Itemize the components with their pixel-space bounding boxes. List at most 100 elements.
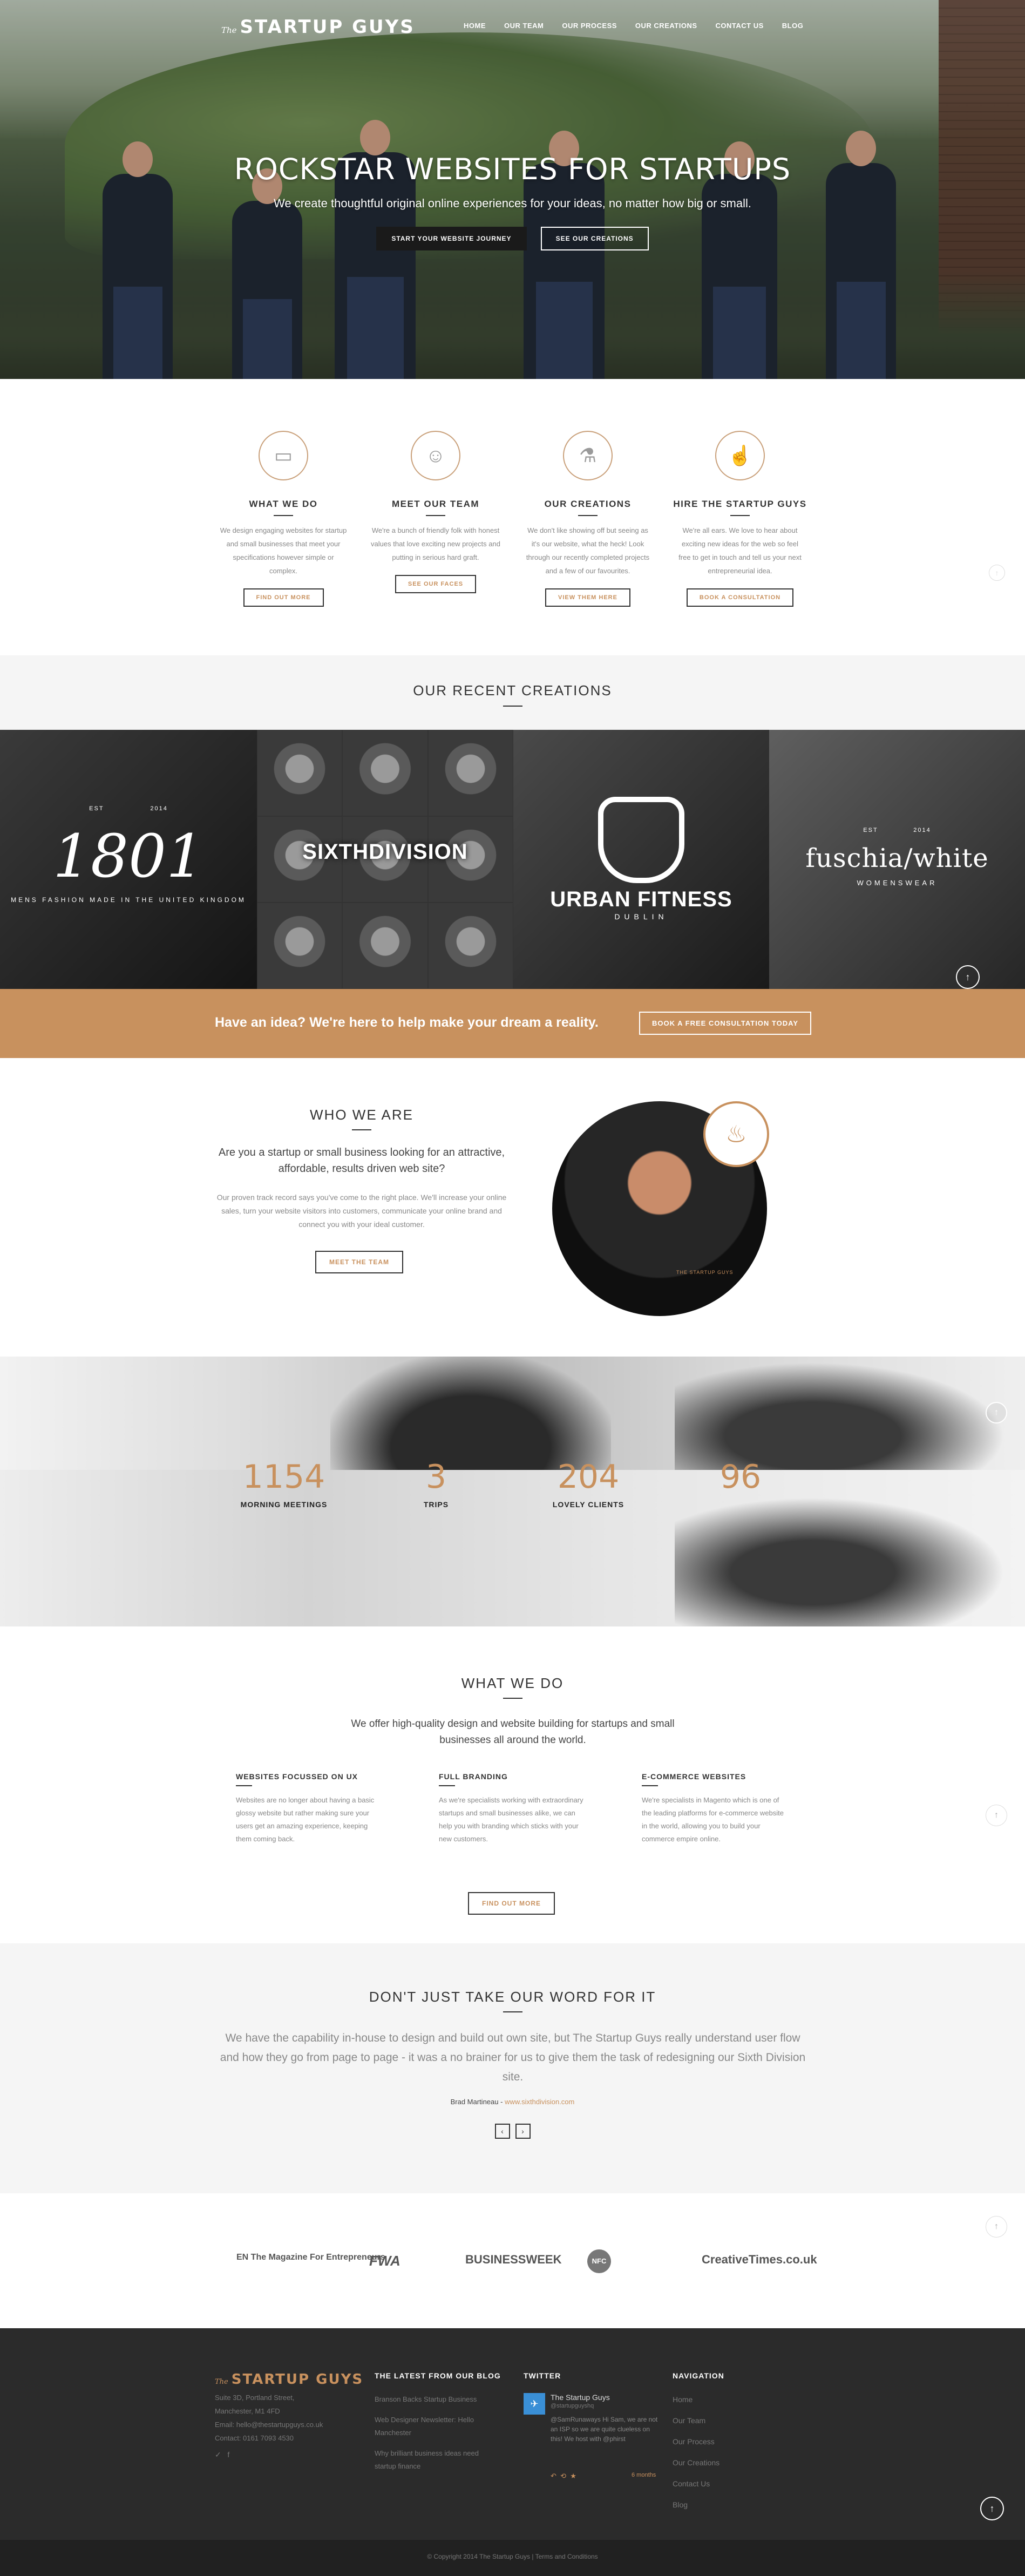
- feature-column: E-COMMERCE WEBSITES We're specialists in…: [642, 1772, 788, 1846]
- scroll-top-icon[interactable]: ↑: [989, 565, 1005, 581]
- footer-nav-our-process[interactable]: Our Process: [673, 2435, 719, 2448]
- blog-list: Branson Backs Startup Business Web Desig…: [375, 2393, 499, 2480]
- who-we-are-section: WHO WE ARE Are you a startup or small bu…: [0, 1058, 1025, 1357]
- stat-label: LOVELY CLIENTS: [552, 1500, 624, 1509]
- book-consultation-button[interactable]: BOOK A CONSULTATION: [686, 588, 794, 607]
- view-them-here-button[interactable]: VIEW THEM HERE: [545, 588, 630, 607]
- nav-home[interactable]: HOME: [454, 22, 495, 30]
- tweet-text: @SamRunaways Hi Sam, we are not an ISP s…: [551, 2416, 658, 2443]
- prev-arrow-icon[interactable]: ‹: [494, 2124, 510, 2139]
- retweet-icon[interactable]: ⟲: [560, 2472, 566, 2480]
- tile-brand: 1801: [53, 822, 204, 891]
- scroll-top-icon[interactable]: ↑: [956, 965, 980, 989]
- feature-column: WEBSITES FOCUSSED ON UX Websites are no …: [236, 1772, 382, 1846]
- what-we-do-section: WHAT WE DO We offer high-quality design …: [0, 1626, 1025, 1943]
- nav-our-team[interactable]: OUR TEAM: [495, 22, 553, 30]
- footer-nav-contact-us[interactable]: Contact Us: [673, 2477, 719, 2490]
- see-creations-button[interactable]: SEE OUR CREATIONS: [540, 227, 649, 250]
- divider: [642, 1785, 658, 1786]
- testimonial-arrows: ‹ ›: [0, 2124, 1025, 2139]
- feature-column: FULL BRANDING As we're specialists worki…: [439, 1772, 585, 1846]
- blog-post-link[interactable]: Why brilliant business ideas need startu…: [375, 2447, 499, 2473]
- footer-nav-home[interactable]: Home: [673, 2393, 719, 2406]
- stat-label: MORNING MEETINGS: [240, 1500, 328, 1509]
- footer-heading-twitter: TWITTER: [524, 2371, 561, 2380]
- portfolio-tile-urban-fitness[interactable]: URBAN FITNESS DUBLIN: [513, 730, 769, 989]
- scroll-top-icon[interactable]: ↑: [986, 1402, 1007, 1423]
- footer-nav-our-creations[interactable]: Our Creations: [673, 2456, 719, 2469]
- testimonial-section: DON'T JUST TAKE OUR WORD FOR IT We have …: [0, 1943, 1025, 2193]
- find-out-more-button[interactable]: FIND OUT MORE: [468, 1892, 555, 1915]
- testimonial-author: Brad Martineau - www.sixthdivision.com: [0, 2098, 1025, 2106]
- find-out-more-button[interactable]: FIND OUT MORE: [243, 588, 324, 607]
- tweet-actions: ↶ ⟲ ★: [551, 2472, 576, 2480]
- tile-tagline: DUBLIN: [614, 912, 668, 921]
- footer-nav: Home Our Team Our Process Our Creations …: [673, 2393, 719, 2519]
- recent-creations-heading: OUR RECENT CREATIONS: [0, 655, 1025, 730]
- reply-icon[interactable]: ↶: [551, 2472, 556, 2480]
- tile-est: EST 2014: [89, 805, 168, 812]
- scroll-top-icon[interactable]: ↑: [986, 2216, 1007, 2238]
- logo-prefix: The: [215, 2378, 228, 2386]
- portfolio-tile-1801[interactable]: EST 2014 1801 MENS FASHION MADE IN THE U…: [0, 730, 257, 989]
- facebook-icon[interactable]: f: [227, 2450, 229, 2459]
- thumbs-up-icon: ☝: [715, 431, 765, 480]
- stats-section: 1154 MORNING MEETINGS 3 TRIPS 204 LOVELY…: [0, 1357, 1025, 1626]
- phone-line: Contact: 0161 7093 4530: [215, 2434, 294, 2442]
- leather-jacket-photo: [330, 1357, 611, 1470]
- service-card: ☝ HIRE THE STARTUP GUYS We're all ears. …: [672, 431, 808, 607]
- feature-title: FULL BRANDING: [439, 1772, 508, 1781]
- lightbulb-icon: ♨: [703, 1101, 769, 1167]
- who-body: Our proven track record says you've come…: [216, 1193, 507, 1229]
- author-name: Brad Martineau -: [450, 2098, 505, 2106]
- portfolio-tile-sixthdivision[interactable]: SIXTHDIVISION: [257, 730, 513, 989]
- tweet-author[interactable]: The Startup Guys: [551, 2393, 610, 2402]
- tweet-time: 6 months: [632, 2472, 656, 2478]
- footer-nav-our-team[interactable]: Our Team: [673, 2414, 719, 2427]
- section-title: DON'T JUST TAKE OUR WORD FOR IT: [369, 1989, 656, 2005]
- service-card: ⚗ OUR CREATIONS We don't like showing of…: [520, 431, 656, 607]
- portfolio-tile-fuschia-white[interactable]: EST 2014 fuschia/white WOMENSWEAR ↑: [769, 730, 1025, 989]
- footer-nav-blog[interactable]: Blog: [673, 2498, 719, 2511]
- nav-blog[interactable]: BLOG: [773, 22, 813, 30]
- feature-text: We're specialists in Magento which is on…: [642, 1796, 784, 1843]
- nav-contact-us[interactable]: CONTACT US: [707, 22, 773, 30]
- footer-heading-blog: THE LATEST FROM OUR BLOG: [375, 2371, 501, 2380]
- logo-name: STARTUP GUYS: [240, 16, 415, 38]
- next-arrow-icon[interactable]: ›: [515, 2124, 531, 2139]
- site-logo[interactable]: The STARTUP GUYS: [221, 16, 415, 38]
- social-icons: ✓ f: [215, 2448, 323, 2462]
- scroll-top-icon[interactable]: ↑: [980, 2497, 1004, 2520]
- author-site-link[interactable]: www.sixthdivision.com: [505, 2098, 574, 2106]
- see-our-faces-button[interactable]: SEE OUR FACES: [395, 575, 477, 593]
- service-text: We're a bunch of friendly folk with hone…: [371, 526, 500, 561]
- stat-value: 3: [425, 1458, 447, 1496]
- email-line[interactable]: Email: hello@thestartupguys.co.uk: [215, 2418, 323, 2431]
- service-card: ☺ MEET OUR TEAM We're a bunch of friendl…: [368, 431, 504, 593]
- meet-the-team-button[interactable]: MEET THE TEAM: [315, 1251, 403, 1273]
- nav-our-creations[interactable]: OUR CREATIONS: [626, 22, 707, 30]
- footer-logo[interactable]: The STARTUP GUYS: [215, 2371, 363, 2388]
- divider: [274, 515, 293, 516]
- start-journey-button[interactable]: START YOUR WEBSITE JOURNEY: [376, 227, 527, 250]
- twitter-icon[interactable]: ✓: [215, 2450, 221, 2459]
- favorite-icon[interactable]: ★: [570, 2472, 576, 2480]
- twitter-avatar-icon: ✈: [524, 2393, 545, 2415]
- bearded-man-photo: [675, 1357, 1020, 1470]
- tile-brand: SIXTHDIVISION: [302, 840, 468, 864]
- stat-value: 204: [557, 1458, 620, 1496]
- divider: [503, 706, 522, 707]
- kettlebell-icon: [598, 797, 684, 883]
- nav-our-process[interactable]: OUR PROCESS: [553, 22, 626, 30]
- copyright-bar: © Copyright 2014 The Startup Guys | Term…: [0, 2540, 1025, 2576]
- service-text: We're all ears. We love to hear about ex…: [678, 526, 802, 575]
- service-text: We design engaging websites for startup …: [220, 526, 347, 575]
- section-title: WHO WE ARE: [310, 1107, 413, 1123]
- press-logo-fwa: FWA: [369, 2253, 401, 2269]
- smiley-icon: ☺: [411, 431, 460, 480]
- scroll-top-icon[interactable]: ↑: [986, 1805, 1007, 1826]
- blog-post-link[interactable]: Branson Backs Startup Business: [375, 2393, 499, 2406]
- free-consultation-button[interactable]: BOOK A FREE CONSULTATION TODAY: [639, 1012, 811, 1035]
- blog-post-link[interactable]: Web Designer Newsletter: Hello Mancheste…: [375, 2414, 499, 2439]
- copyright-text: © Copyright 2014 The Startup Guys | Term…: [427, 2553, 598, 2560]
